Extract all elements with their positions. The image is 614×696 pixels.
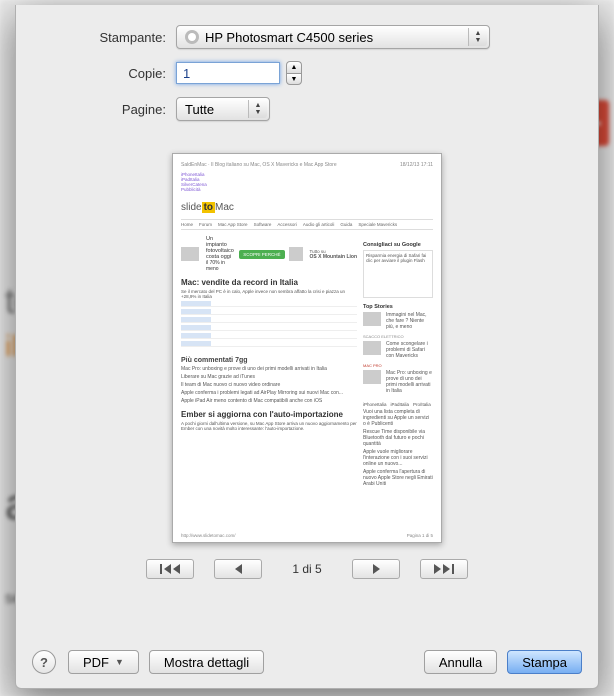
page-logo: slidetoMac [181, 202, 433, 213]
preview-article-1-title: Mac: vendite da record in Italia [181, 278, 357, 287]
cancel-button[interactable]: Annulla [424, 650, 497, 674]
os-image [289, 247, 303, 261]
pages-value: Tutte [185, 102, 214, 117]
print-preview-page: SaldEnMac · Il Blog italiano su Mac, OS … [172, 153, 442, 543]
page-indicator: 1 di 5 [282, 562, 332, 576]
updown-icon: ▲▼ [468, 28, 487, 46]
last-page-button[interactable] [420, 559, 468, 579]
first-page-button[interactable] [146, 559, 194, 579]
next-page-button[interactable] [352, 559, 400, 579]
printer-value: HP Photosmart C4500 series [205, 30, 373, 45]
copies-stepper[interactable]: ▲ ▼ [286, 61, 302, 85]
printer-status-icon [185, 30, 199, 44]
print-button[interactable]: Stampa [507, 650, 582, 674]
copies-input[interactable] [176, 62, 280, 84]
pdf-button[interactable]: PDF▼ [68, 650, 139, 674]
page-header-right: 18/12/13 17:11 [400, 162, 433, 168]
show-details-button[interactable]: Mostra dettagli [149, 650, 264, 674]
pages-label: Pagine: [56, 102, 176, 117]
print-dialog: Stampante: HP Photosmart C4500 series ▲▼… [15, 5, 599, 689]
chevron-down-icon: ▼ [115, 657, 124, 667]
page-navigator: 1 di 5 [146, 559, 468, 579]
stepper-down[interactable]: ▼ [286, 73, 302, 85]
banner-image [181, 247, 199, 261]
pages-popup[interactable]: Tutte ▲▼ [176, 97, 270, 121]
updown-icon: ▲▼ [248, 100, 267, 118]
prev-page-button[interactable] [214, 559, 262, 579]
preview-article-2-title: Ember si aggiorna con l'auto-importazion… [181, 410, 357, 419]
printer-popup[interactable]: HP Photosmart C4500 series ▲▼ [176, 25, 490, 49]
copies-label: Copie: [56, 66, 176, 81]
stepper-up[interactable]: ▲ [286, 61, 302, 73]
printer-label: Stampante: [56, 30, 176, 45]
page-header-left: SaldEnMac · Il Blog italiano su Mac, OS … [181, 162, 337, 168]
help-button[interactable]: ? [32, 650, 56, 674]
